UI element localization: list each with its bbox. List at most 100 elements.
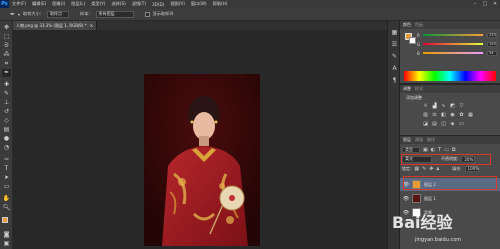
- menu-3d[interactable]: 3D(D): [149, 2, 167, 7]
- type-tool-icon[interactable]: T: [2, 165, 11, 173]
- vibrance-icon[interactable]: ▽: [458, 103, 465, 109]
- tab-swatches[interactable]: 色板: [415, 22, 423, 28]
- hue-saturation-icon[interactable]: ▥: [422, 112, 429, 118]
- eye-icon[interactable]: 👁︎: [403, 196, 409, 202]
- blue-value[interactable]: 54: [487, 50, 497, 56]
- healing-brush-icon[interactable]: ✚: [2, 81, 11, 89]
- quick-select-tool-icon[interactable]: ⁂: [2, 51, 11, 59]
- levels-icon[interactable]: ▟: [431, 103, 438, 109]
- curves-icon[interactable]: ∿: [440, 103, 447, 109]
- shape-tool-icon[interactable]: ▭: [2, 183, 11, 191]
- lasso-tool-icon[interactable]: ᘐ: [2, 42, 11, 50]
- sample-size-select[interactable]: 取样点: [47, 10, 69, 18]
- sample-label: 样本：: [80, 11, 93, 16]
- zoom-tool-icon[interactable]: 🔍︎: [2, 204, 11, 212]
- panel-background-swatch[interactable]: [409, 37, 416, 44]
- menu-image[interactable]: 图像(I): [49, 1, 68, 7]
- red-track[interactable]: [423, 34, 483, 36]
- show-ring-checkbox[interactable]: [144, 11, 150, 17]
- tab-channels[interactable]: 通道: [415, 137, 423, 143]
- eyedropper-preset-icon[interactable]: ✒: [10, 11, 15, 18]
- exposure-icon[interactable]: ◩: [449, 103, 456, 109]
- brush-panel-icon[interactable]: ✎: [390, 53, 399, 61]
- tab-adjustments[interactable]: 调整: [403, 86, 411, 92]
- layer-row-layer1[interactable]: 👁︎ 图层 1: [400, 192, 500, 205]
- fill-input[interactable]: 100%: [464, 165, 479, 172]
- preset-arrow-icon[interactable]: ▾: [18, 12, 20, 17]
- menu-type[interactable]: 类型(Y): [88, 1, 108, 7]
- channel-mixer-icon[interactable]: ✿: [458, 112, 465, 118]
- color-balance-icon[interactable]: ⚖: [431, 112, 438, 118]
- lock-all-icon[interactable]: 🔒︎: [437, 166, 440, 172]
- layer-filter-select[interactable]: 类型: [402, 146, 420, 153]
- posterize-icon[interactable]: ▤: [431, 121, 438, 127]
- screen-mode-icon[interactable]: ▣: [2, 240, 11, 248]
- toolbox: ✥ ⬚ ᘐ ⁂ ⌗ ✒ ✚ ✎ ⊥ ↺ ◇ ▤ ● ◔ ✑ T ➤ ▭ ✋ 🔍︎…: [0, 21, 13, 249]
- filter-adjust-icon[interactable]: ◐: [431, 147, 435, 153]
- menu-help[interactable]: 帮助(H): [210, 1, 231, 7]
- blue-track[interactable]: [423, 52, 483, 54]
- lock-position-icon[interactable]: ✥: [429, 166, 433, 172]
- red-value[interactable]: 233: [487, 32, 497, 38]
- pen-tool-icon[interactable]: ✑: [2, 156, 11, 164]
- menu-view[interactable]: 视图(V): [167, 1, 188, 7]
- green-slider[interactable]: G 155: [417, 41, 497, 47]
- selective-color-icon[interactable]: ◈: [449, 121, 456, 127]
- marquee-tool-icon[interactable]: ⬚: [2, 33, 11, 41]
- minimize-button[interactable]: –: [470, 0, 480, 8]
- path-select-icon[interactable]: ➤: [2, 174, 11, 182]
- sample-size-label: 取样大小：: [23, 11, 44, 16]
- brush-tool-icon[interactable]: ✎: [2, 90, 11, 98]
- quick-mask-icon[interactable]: ◙: [2, 231, 11, 239]
- close-button[interactable]: ✕: [490, 0, 500, 8]
- gradient-map-icon[interactable]: ▭: [458, 121, 465, 127]
- black-white-icon[interactable]: ◧: [440, 112, 447, 118]
- close-tab-icon[interactable]: ✕: [90, 23, 93, 28]
- red-slider[interactable]: R 233: [417, 32, 497, 38]
- color-lookup-icon[interactable]: ▦: [467, 112, 474, 118]
- menu-select[interactable]: 选择(S): [108, 1, 128, 7]
- menu-edit[interactable]: 编辑(E): [29, 1, 49, 7]
- crop-tool-icon[interactable]: ⌗: [2, 60, 11, 68]
- filter-shape-icon[interactable]: ▭: [444, 147, 449, 153]
- green-value[interactable]: 155: [487, 41, 497, 47]
- foreground-color-swatch[interactable]: [2, 217, 8, 223]
- menu-layer[interactable]: 图层(L): [68, 1, 88, 7]
- tab-paths[interactable]: 路径: [427, 137, 435, 143]
- lock-pixels-icon[interactable]: ▦: [414, 166, 419, 172]
- hand-tool-icon[interactable]: ✋: [2, 195, 11, 203]
- paragraph-panel-icon[interactable]: ¶: [390, 77, 399, 85]
- green-track[interactable]: [423, 43, 483, 45]
- tab-styles[interactable]: 样式: [415, 86, 423, 92]
- tab-color[interactable]: 颜色: [403, 22, 411, 28]
- menu-filter[interactable]: 滤镜(T): [129, 1, 149, 7]
- gradient-tool-icon[interactable]: ▤: [2, 126, 11, 134]
- tab-layers[interactable]: 图层: [403, 137, 411, 143]
- filter-smart-icon[interactable]: ⧉: [452, 147, 456, 153]
- history-brush-icon[interactable]: ↺: [2, 108, 11, 116]
- properties-panel-icon[interactable]: ☰: [390, 41, 399, 49]
- dodge-tool-icon[interactable]: ◔: [2, 144, 11, 152]
- character-panel-icon[interactable]: A: [390, 65, 399, 73]
- blue-slider[interactable]: B 54: [417, 50, 497, 56]
- threshold-icon[interactable]: ◫: [440, 121, 447, 127]
- blur-tool-icon[interactable]: ●: [2, 135, 11, 143]
- menu-file[interactable]: 文件(F): [9, 1, 29, 7]
- lock-paint-icon[interactable]: ✎: [422, 166, 426, 172]
- maximize-button[interactable]: □: [480, 0, 490, 8]
- invert-icon[interactable]: ◪: [422, 121, 429, 127]
- clone-stamp-icon[interactable]: ⊥: [2, 99, 11, 107]
- sample-select[interactable]: 所有图层: [95, 10, 134, 18]
- menu-window[interactable]: 窗口(W): [188, 1, 210, 7]
- filter-type-icon[interactable]: T: [438, 147, 441, 153]
- brightness-icon[interactable]: ☼: [422, 103, 429, 109]
- layer-name[interactable]: 图层 1: [424, 196, 436, 202]
- history-panel-icon[interactable]: ▦: [390, 29, 399, 37]
- move-tool-icon[interactable]: ✥: [2, 24, 11, 32]
- eyedropper-tool-icon[interactable]: ✒: [2, 69, 11, 77]
- color-spectrum-ramp[interactable]: [404, 71, 496, 81]
- eraser-tool-icon[interactable]: ◇: [2, 117, 11, 125]
- photo-filter-icon[interactable]: ◉: [449, 112, 456, 118]
- document-tab[interactable]: 人物.png @ 33.3% (图层 1, RGB/8) * ✕: [13, 21, 97, 30]
- filter-pixel-icon[interactable]: ▣: [423, 147, 428, 153]
